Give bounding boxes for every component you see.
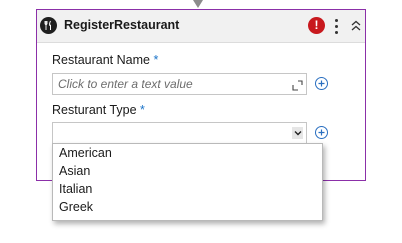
dropdown-option-italian[interactable]: Italian bbox=[53, 180, 322, 198]
collapse-icon[interactable] bbox=[349, 17, 363, 35]
restaurant-cutlery-icon bbox=[40, 17, 57, 34]
add-variable-button[interactable] bbox=[315, 126, 328, 139]
expand-editor-icon[interactable] bbox=[292, 78, 303, 91]
chevron-down-icon[interactable] bbox=[292, 127, 303, 139]
connector-arrow bbox=[193, 0, 203, 8]
activity-header[interactable]: RegisterRestaurant ! bbox=[37, 10, 365, 43]
restaurant-type-label: Resturant Type * bbox=[52, 103, 145, 117]
restaurant-name-input[interactable]: Click to enter a text value bbox=[52, 73, 307, 95]
restaurant-type-dropdown-list: American Asian Italian Greek bbox=[52, 143, 323, 221]
more-options-icon[interactable] bbox=[329, 14, 343, 38]
error-icon[interactable]: ! bbox=[308, 17, 325, 34]
dropdown-option-asian[interactable]: Asian bbox=[53, 162, 322, 180]
restaurant-name-placeholder: Click to enter a text value bbox=[58, 77, 193, 91]
activity-title: RegisterRestaurant bbox=[64, 18, 180, 32]
dropdown-option-american[interactable]: American bbox=[53, 144, 322, 162]
dropdown-option-greek[interactable]: Greek bbox=[53, 198, 322, 216]
restaurant-name-label: Restaurant Name * bbox=[52, 53, 159, 67]
add-variable-button[interactable] bbox=[315, 77, 328, 90]
restaurant-type-select[interactable] bbox=[52, 122, 307, 144]
